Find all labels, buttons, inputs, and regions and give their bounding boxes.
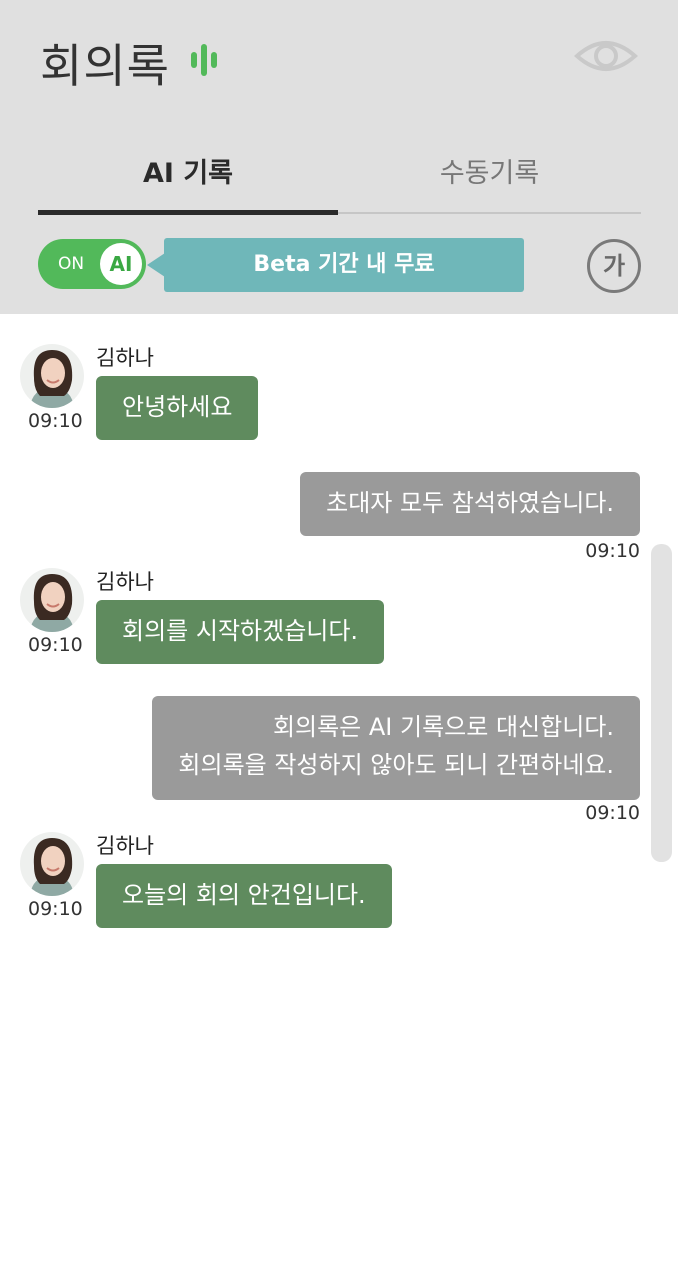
mic-level-icon (191, 44, 217, 76)
beta-banner: Beta 기간 내 무료 (164, 238, 524, 292)
app-header: 회의록 AI 기록 수동기록 ON AI Beta 기간 내 무료 가 (0, 0, 678, 314)
ai-record-toggle[interactable]: ON AI (38, 239, 146, 289)
toggle-state-label: ON (58, 254, 85, 274)
message-bubble-outgoing: 회의록은 AI 기록으로 대신합니다. 회의록을 작성하지 않아도 되니 간편하… (152, 696, 640, 800)
message-bubble-incoming: 회의를 시작하겠습니다. (96, 600, 385, 664)
avatar (20, 344, 84, 408)
tab-active-indicator (38, 210, 338, 215)
avatar (20, 832, 84, 896)
tab-ai-record[interactable]: AI 기록 (38, 148, 338, 214)
avatar (20, 568, 84, 632)
message-sender: 김하나 (96, 570, 154, 594)
message-line: 회의록을 작성하지 않아도 되니 간편하네요. (178, 751, 614, 779)
tab-manual-record[interactable]: 수동기록 (338, 148, 641, 214)
message-time: 09:10 (28, 898, 83, 920)
message-bubble-outgoing: 초대자 모두 참석하였습니다. (300, 472, 640, 536)
message-time: 09:10 (585, 802, 640, 824)
banner-pointer (147, 253, 165, 277)
message-time: 09:10 (28, 410, 83, 432)
eye-icon[interactable] (574, 36, 638, 76)
message-sender: 김하나 (96, 346, 154, 370)
toggle-knob: AI (100, 243, 142, 285)
font-size-button[interactable]: 가 (587, 239, 641, 293)
message-bubble-incoming: 안녕하세요 (96, 376, 259, 440)
message-bubble-incoming: 오늘의 회의 안건입니다. (96, 864, 392, 928)
message-time: 09:10 (585, 540, 640, 562)
message-time: 09:10 (28, 634, 83, 656)
page-title: 회의록 (40, 39, 170, 93)
message-sender: 김하나 (96, 834, 154, 858)
chat-scrollbar[interactable] (651, 544, 672, 862)
record-tabs: AI 기록 수동기록 (38, 148, 641, 215)
chat-area: 김하나 09:10 안녕하세요 초대자 모두 참석하였습니다. 09:10 김하… (0, 314, 678, 1288)
message-line: 회의록은 AI 기록으로 대신합니다. (272, 713, 614, 741)
